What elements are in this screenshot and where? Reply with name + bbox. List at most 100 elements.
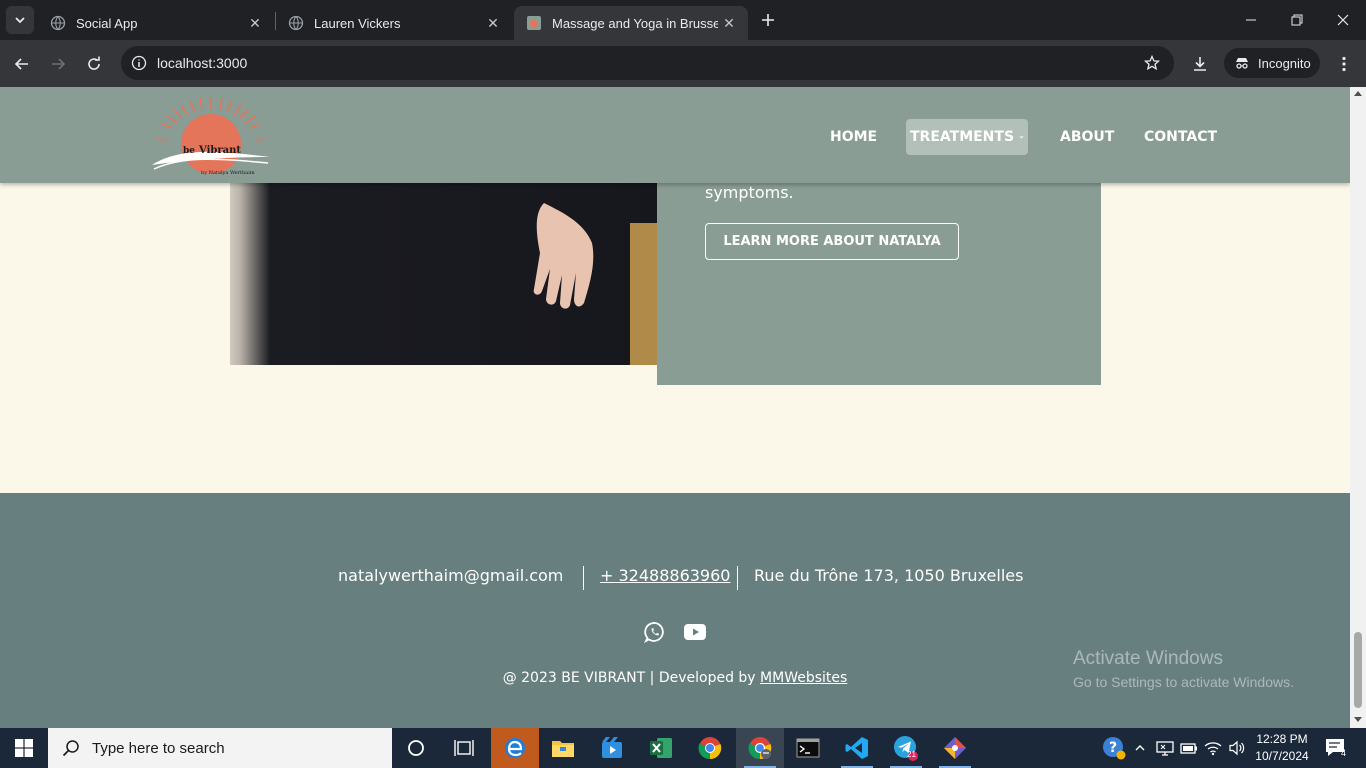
help-icon: ?	[1103, 737, 1126, 760]
tab-label: Massage and Yoga in Brussels, I	[552, 15, 718, 31]
chrome-app[interactable]	[686, 728, 734, 768]
globe-icon	[50, 15, 66, 31]
nav-home[interactable]: HOME	[830, 119, 877, 155]
forward-button[interactable]	[44, 50, 72, 78]
wifi-icon	[1204, 742, 1222, 756]
footer-phone-link[interactable]: + 32488863960	[600, 566, 730, 585]
arrow-left-icon	[14, 58, 28, 70]
youtube-link[interactable]	[683, 620, 707, 644]
learn-more-button[interactable]: LEARN MORE ABOUT NATALYA	[705, 223, 959, 260]
tab-social-app[interactable]: Social App ✕	[38, 6, 274, 40]
close-icon[interactable]: ✕	[484, 14, 502, 32]
tab-label: Lauren Vickers	[314, 15, 401, 31]
new-tab-button[interactable]	[756, 8, 780, 32]
browser-toolbar: localhost:3000 Incognito	[0, 40, 1366, 87]
footer-email[interactable]: natalywerthaim@gmail.com	[338, 566, 563, 585]
chrome-incognito-app[interactable]	[736, 728, 784, 768]
cortana-button[interactable]	[392, 728, 440, 768]
whatsapp-icon	[644, 622, 664, 643]
reload-icon	[88, 56, 100, 70]
windows-taskbar: Type here to search 21 ? 12:28 PM 10/7/2…	[0, 728, 1366, 768]
svg-text:by Natalya Werthaim: by Natalya Werthaim	[201, 170, 255, 176]
reload-button[interactable]	[80, 50, 108, 78]
close-icon	[1337, 14, 1349, 26]
page-scrollbar[interactable]	[1350, 87, 1366, 728]
chrome-incognito-icon	[748, 737, 772, 760]
about-text: symptoms.	[705, 183, 794, 202]
windows-logo-icon	[15, 739, 33, 757]
help-tray-button[interactable]: ?	[1100, 728, 1128, 768]
edge-icon	[505, 738, 525, 758]
footer-divider	[737, 566, 738, 590]
browser-menu-button[interactable]	[1332, 52, 1356, 76]
nav-treatments[interactable]: TREATMENTS	[906, 119, 1028, 155]
natalya-photo	[230, 183, 674, 365]
network-tray-button[interactable]	[1202, 728, 1224, 768]
about-panel: symptoms. LEARN MORE ABOUT NATALYA	[657, 183, 1101, 385]
footer-contact-row: natalywerthaim@gmail.com + 32488863960 R…	[0, 566, 1350, 590]
nav-contact[interactable]: CONTACT	[1144, 119, 1217, 155]
developer-link[interactable]: MMWebsites	[760, 670, 847, 686]
site-footer: natalywerthaim@gmail.com + 32488863960 R…	[0, 493, 1350, 728]
telegram-badge: 21	[907, 750, 916, 759]
excel-app[interactable]	[637, 728, 685, 768]
git-tool-app[interactable]	[931, 728, 979, 768]
site-info-icon[interactable]	[129, 53, 149, 73]
file-explorer-app[interactable]	[539, 728, 587, 768]
whatsapp-link[interactable]	[643, 620, 667, 644]
globe-icon	[288, 15, 304, 31]
display-tray-button[interactable]	[1154, 728, 1176, 768]
windows-activation-watermark: Activate Windows Go to Settings to activ…	[1073, 648, 1294, 690]
close-icon[interactable]: ✕	[246, 14, 264, 32]
task-view-icon	[454, 740, 474, 756]
back-button[interactable]	[8, 50, 36, 78]
plus-icon	[762, 14, 774, 26]
restore-icon	[1291, 14, 1303, 26]
scroll-up-icon[interactable]	[1354, 91, 1362, 96]
taskbar-search[interactable]: Type here to search	[48, 728, 392, 768]
close-icon[interactable]: ✕	[720, 14, 738, 32]
battery-tray-button[interactable]	[1178, 728, 1200, 768]
search-placeholder: Type here to search	[92, 739, 225, 757]
address-bar[interactable]: localhost:3000	[121, 46, 1174, 80]
tab-lauren-vickers[interactable]: Lauren Vickers ✕	[276, 6, 512, 40]
git-tool-icon	[944, 737, 966, 759]
download-icon	[1194, 57, 1206, 71]
telegram-app[interactable]: 21	[882, 728, 930, 768]
chevron-up-icon	[1135, 745, 1145, 751]
show-hidden-icons-button[interactable]	[1130, 728, 1150, 768]
page-viewport: be Vibrant by Natalya Werthaim HOME TREA…	[0, 87, 1350, 728]
main-nav: HOME TREATMENTS ABOUT CONTACT	[0, 119, 1350, 155]
nav-about[interactable]: ABOUT	[1060, 119, 1114, 155]
edge-app[interactable]	[491, 728, 539, 768]
volume-tray-button[interactable]	[1226, 728, 1248, 768]
incognito-badge[interactable]: Incognito	[1224, 48, 1320, 78]
vscode-icon	[845, 737, 868, 759]
vscode-app[interactable]	[833, 728, 881, 768]
photo-hand	[533, 203, 594, 309]
scrollbar-thumb[interactable]	[1354, 632, 1362, 708]
url-text: localhost:3000	[157, 55, 248, 71]
scroll-down-icon[interactable]	[1354, 717, 1362, 722]
restore-button[interactable]	[1274, 0, 1320, 40]
speaker-icon	[1229, 740, 1245, 756]
terminal-app[interactable]	[784, 728, 832, 768]
bookmark-star-icon[interactable]	[1142, 53, 1162, 73]
minimize-icon	[1246, 19, 1256, 21]
task-view-button[interactable]	[440, 728, 488, 768]
minimize-button[interactable]	[1228, 0, 1274, 40]
notifications-button[interactable]: 4	[1322, 728, 1350, 768]
downloads-button[interactable]	[1188, 52, 1212, 76]
tab-massage-yoga[interactable]: Massage and Yoga in Brussels, I ✕	[514, 6, 748, 40]
watermark-title: Activate Windows	[1073, 648, 1223, 669]
start-button[interactable]	[0, 728, 48, 768]
youtube-icon	[684, 624, 706, 640]
incognito-icon	[1236, 58, 1248, 69]
monitor-icon	[1156, 741, 1174, 756]
tab-search-button[interactable]	[6, 6, 34, 34]
folder-icon	[552, 741, 574, 757]
video-editor-app[interactable]	[588, 728, 636, 768]
close-window-button[interactable]	[1320, 0, 1366, 40]
taskbar-clock[interactable]: 12:28 PM 10/7/2024	[1248, 731, 1316, 765]
chevron-down-icon	[1019, 135, 1024, 139]
